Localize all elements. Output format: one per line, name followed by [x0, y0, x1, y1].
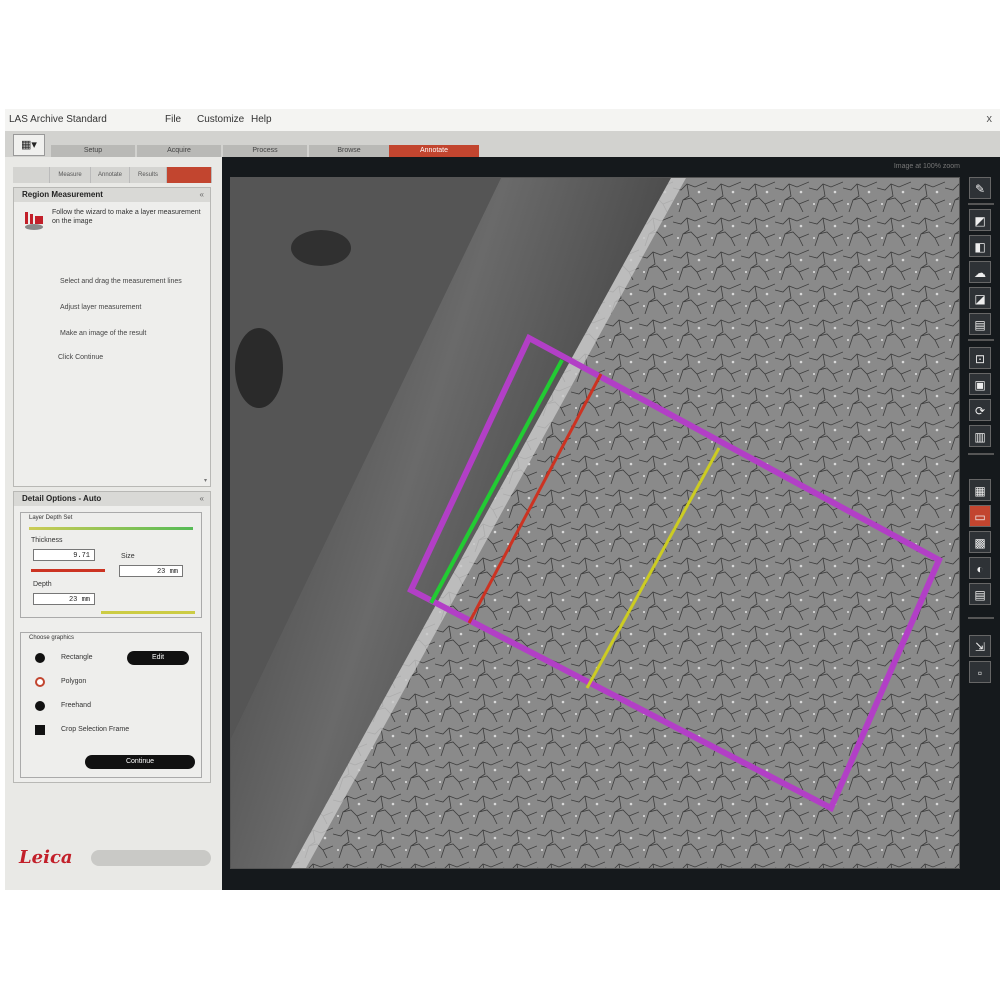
- crop-frame-label: Crop Selection Frame: [61, 726, 130, 733]
- radio-freehand[interactable]: [35, 701, 45, 711]
- right-toolbar: ✎ ◩ ◧ ☁ ◪ ▤ ⊡ ▣ ⟳ ▥ ▦ ▭ ▩ ◐ ▤ ⇲ ▫: [968, 177, 994, 877]
- contrast-icon[interactable]: ◐: [969, 557, 991, 579]
- radio-polygon[interactable]: [35, 677, 45, 687]
- area-icon[interactable]: ◧: [969, 235, 991, 257]
- radio-polygon-label: Polygon: [61, 678, 87, 685]
- measurement-icon: [25, 212, 43, 230]
- red-line-indicator: [31, 569, 105, 572]
- wizard-panel: Region Measurement « Follow the wizard t…: [13, 187, 211, 487]
- wizard-instructions: Follow the wizard to make a layer measur…: [52, 209, 201, 225]
- options-title: Detail Options - Auto «: [14, 492, 210, 506]
- tab-annotate[interactable]: Annotate: [389, 145, 479, 157]
- toolbar-divider: [968, 339, 994, 341]
- viewer-status: Image at 100% zoom: [893, 163, 960, 170]
- title-bar: LAS Archive Standard File Customize Help…: [5, 109, 1000, 132]
- edit-button[interactable]: Edit: [127, 651, 189, 665]
- panel-subtabs: Measure Annotate Results: [13, 167, 213, 183]
- rotate-icon[interactable]: ⟳: [969, 399, 991, 421]
- menu-help[interactable]: Help: [251, 114, 272, 125]
- tab-browse[interactable]: Browse: [309, 145, 389, 157]
- toolbar-divider: [968, 203, 994, 205]
- menu-file[interactable]: File: [165, 114, 181, 125]
- size-label: Size: [121, 553, 135, 560]
- subtab-annotate[interactable]: Annotate: [91, 167, 130, 183]
- menu-customize[interactable]: Customize: [197, 114, 244, 125]
- subtab-results[interactable]: Results: [130, 167, 167, 183]
- ruler-icon[interactable]: ▥: [969, 425, 991, 447]
- wizard-step-2: Adjust layer measurement: [60, 304, 142, 311]
- wizard-step-3: Make an image of the result: [60, 330, 147, 337]
- draw-line-icon[interactable]: ✎: [969, 177, 991, 199]
- crop-icon[interactable]: ◩: [969, 209, 991, 231]
- depth-label: Depth: [33, 581, 52, 588]
- tab-process[interactable]: Process: [223, 145, 307, 157]
- collapse-icon[interactable]: «: [200, 188, 204, 202]
- collapse-icon[interactable]: «: [200, 492, 204, 506]
- dark-spot: [291, 230, 351, 266]
- workflow-tab-strip: ▦▾ Setup Acquire Process Browse Annotate: [5, 131, 1000, 157]
- subtab-1[interactable]: [13, 167, 50, 183]
- continue-button[interactable]: Continue: [85, 755, 195, 769]
- window-close-button[interactable]: x: [987, 113, 993, 125]
- layers-icon[interactable]: ▤: [969, 583, 991, 605]
- size-field[interactable]: 23 mm: [119, 565, 183, 577]
- green-line-indicator: [29, 527, 193, 530]
- zoom-icon[interactable]: ⊡: [969, 347, 991, 369]
- snapshot-icon[interactable]: ▣: [969, 373, 991, 395]
- wizard-step-4: Click Continue: [58, 354, 104, 361]
- crop-frame-checkbox[interactable]: [35, 725, 45, 735]
- dark-spot: [235, 328, 283, 408]
- grid-view-icon[interactable]: ▦▾: [13, 134, 45, 156]
- micrograph-canvas: [231, 178, 959, 868]
- wizard-title: Region Measurement «: [14, 188, 210, 202]
- radio-freehand-label: Freehand: [61, 702, 91, 709]
- tab-setup[interactable]: Setup: [51, 145, 135, 157]
- freehand-icon[interactable]: ▤: [969, 313, 991, 335]
- depth-field[interactable]: 23 mm: [33, 593, 95, 605]
- thickness-label: Thickness: [31, 537, 63, 544]
- leica-logo: Leica: [19, 847, 73, 868]
- subtab-active[interactable]: [167, 167, 212, 183]
- thickness-field[interactable]: 9.71: [33, 549, 95, 561]
- tab-acquire[interactable]: Acquire: [137, 145, 221, 157]
- image-viewer: Image at 100% zoom ✎ ◩ ◧ ☁ ◪ ▤ ⊡ ▣ ⟳ ▥ ▦…: [222, 157, 1000, 890]
- radio-rectangle-label: Rectangle: [61, 654, 93, 661]
- yellow-line-indicator: [101, 611, 195, 614]
- radio-rectangle[interactable]: [35, 653, 45, 663]
- wizard-title-text: Region Measurement: [22, 190, 103, 199]
- options-title-text: Detail Options - Auto: [22, 494, 102, 503]
- choose-graphics-label: Choose graphics: [29, 635, 75, 641]
- micrograph-image[interactable]: [230, 177, 960, 869]
- grid-icon[interactable]: ▦: [969, 479, 991, 501]
- left-panel: Measure Annotate Results Region Measurem…: [13, 157, 218, 883]
- rectangle-select-icon[interactable]: ▭: [969, 505, 991, 527]
- subtab-measure[interactable]: Measure: [50, 167, 91, 183]
- layer-depth-group: Layer Depth Set Thickness 9.71 Size 23 m…: [20, 512, 202, 618]
- rectangle-icon[interactable]: ☁: [969, 261, 991, 283]
- options-panel: Detail Options - Auto « Layer Depth Set …: [13, 491, 211, 783]
- graphics-group: Choose graphics Rectangle Edit Polygon F…: [20, 632, 202, 778]
- scroll-down-icon[interactable]: ▾: [204, 477, 207, 484]
- progress-bar: [91, 850, 211, 866]
- wizard-step-1: Select and drag the measurement lines: [60, 278, 182, 285]
- app-title: LAS Archive Standard: [9, 114, 107, 125]
- toolbar-divider: [968, 453, 994, 455]
- export-icon[interactable]: ⇲: [969, 635, 991, 657]
- settings-icon[interactable]: ▫: [969, 661, 991, 683]
- overlay-icon[interactable]: ▩: [969, 531, 991, 553]
- application-window: LAS Archive Standard File Customize Help…: [5, 109, 1000, 890]
- toolbar-divider: [968, 617, 994, 619]
- group-label: Layer Depth Set: [29, 515, 73, 521]
- polygon-icon[interactable]: ◪: [969, 287, 991, 309]
